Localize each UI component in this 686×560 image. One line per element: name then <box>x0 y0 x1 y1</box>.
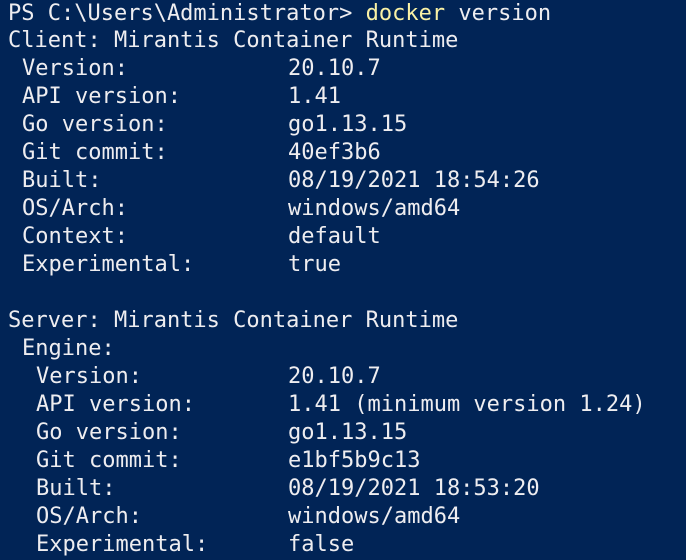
field-value: 1.41 <box>288 84 341 109</box>
field-value: windows/amd64 <box>288 504 461 529</box>
field-label: Go version: <box>36 420 182 445</box>
client-field-built: Built: 08/19/2021 18:54:26 <box>22 167 540 195</box>
field-label: Git commit: <box>36 448 182 473</box>
server-field-version: Version: 20.10.7 <box>36 363 381 391</box>
client-field-context: Context: default <box>22 223 381 251</box>
field-value: 1.41 (minimum version 1.24) <box>288 392 646 417</box>
field-label: Version: <box>36 364 142 389</box>
field-label: API version: <box>22 84 181 109</box>
field-label: Experimental: <box>22 252 195 277</box>
command-args: version <box>445 1 552 26</box>
client-header: Client: Mirantis Container Runtime <box>8 28 459 53</box>
field-label: Experimental: <box>36 532 209 557</box>
field-value: 08/19/2021 18:53:20 <box>288 476 540 501</box>
client-field-go-version: Go version: go1.13.15 <box>22 111 407 139</box>
command-name: docker <box>365 1 446 26</box>
server-field-go-version: Go version: go1.13.15 <box>36 419 407 447</box>
field-label: Built: <box>22 168 102 193</box>
field-value: 08/19/2021 18:54:26 <box>288 168 540 193</box>
field-value: windows/amd64 <box>288 196 461 221</box>
field-value: e1bf5b9c13 <box>288 448 421 473</box>
field-label: OS/Arch: <box>36 504 142 529</box>
server-field-git-commit: Git commit: e1bf5b9c13 <box>36 447 420 475</box>
field-label: Go version: <box>22 112 168 137</box>
server-header: Server: Mirantis Container Runtime <box>8 308 459 333</box>
powershell-terminal[interactable]: PS C:\Users\Administrator> docker versio… <box>0 0 686 560</box>
server-field-experimental: Experimental: false <box>36 531 354 559</box>
server-field-api-version: API version: 1.41 (minimum version 1.24) <box>36 391 646 419</box>
client-field-git-commit: Git commit: 40ef3b6 <box>22 139 381 167</box>
field-label: Context: <box>22 224 128 249</box>
server-field-os-arch: OS/Arch: windows/amd64 <box>36 503 460 531</box>
field-value: 20.10.7 <box>288 56 381 81</box>
field-value: 20.10.7 <box>288 364 381 389</box>
client-field-experimental: Experimental: true <box>22 251 341 279</box>
prompt-path: PS C:\Users\Administrator> <box>8 1 366 26</box>
field-value: false <box>288 532 355 557</box>
client-field-os-arch: OS/Arch: windows/amd64 <box>22 195 460 223</box>
field-label: Version: <box>22 56 128 81</box>
client-field-api-version: API version: 1.41 <box>22 83 341 111</box>
field-label: Git commit: <box>22 140 168 165</box>
prompt-line: PS C:\Users\Administrator> docker versio… <box>8 0 551 28</box>
field-value: default <box>288 224 381 249</box>
field-value: go1.13.15 <box>288 112 408 137</box>
field-label: OS/Arch: <box>22 196 128 221</box>
server-field-built: Built: 08/19/2021 18:53:20 <box>36 475 540 503</box>
field-label: API version: <box>36 392 195 417</box>
field-value: go1.13.15 <box>288 420 408 445</box>
field-value: true <box>288 252 341 277</box>
field-value: 40ef3b6 <box>288 140 381 165</box>
client-field-version: Version: 20.10.7 <box>22 55 381 83</box>
server-engine-label: Engine: <box>22 336 115 361</box>
field-label: Built: <box>36 476 116 501</box>
